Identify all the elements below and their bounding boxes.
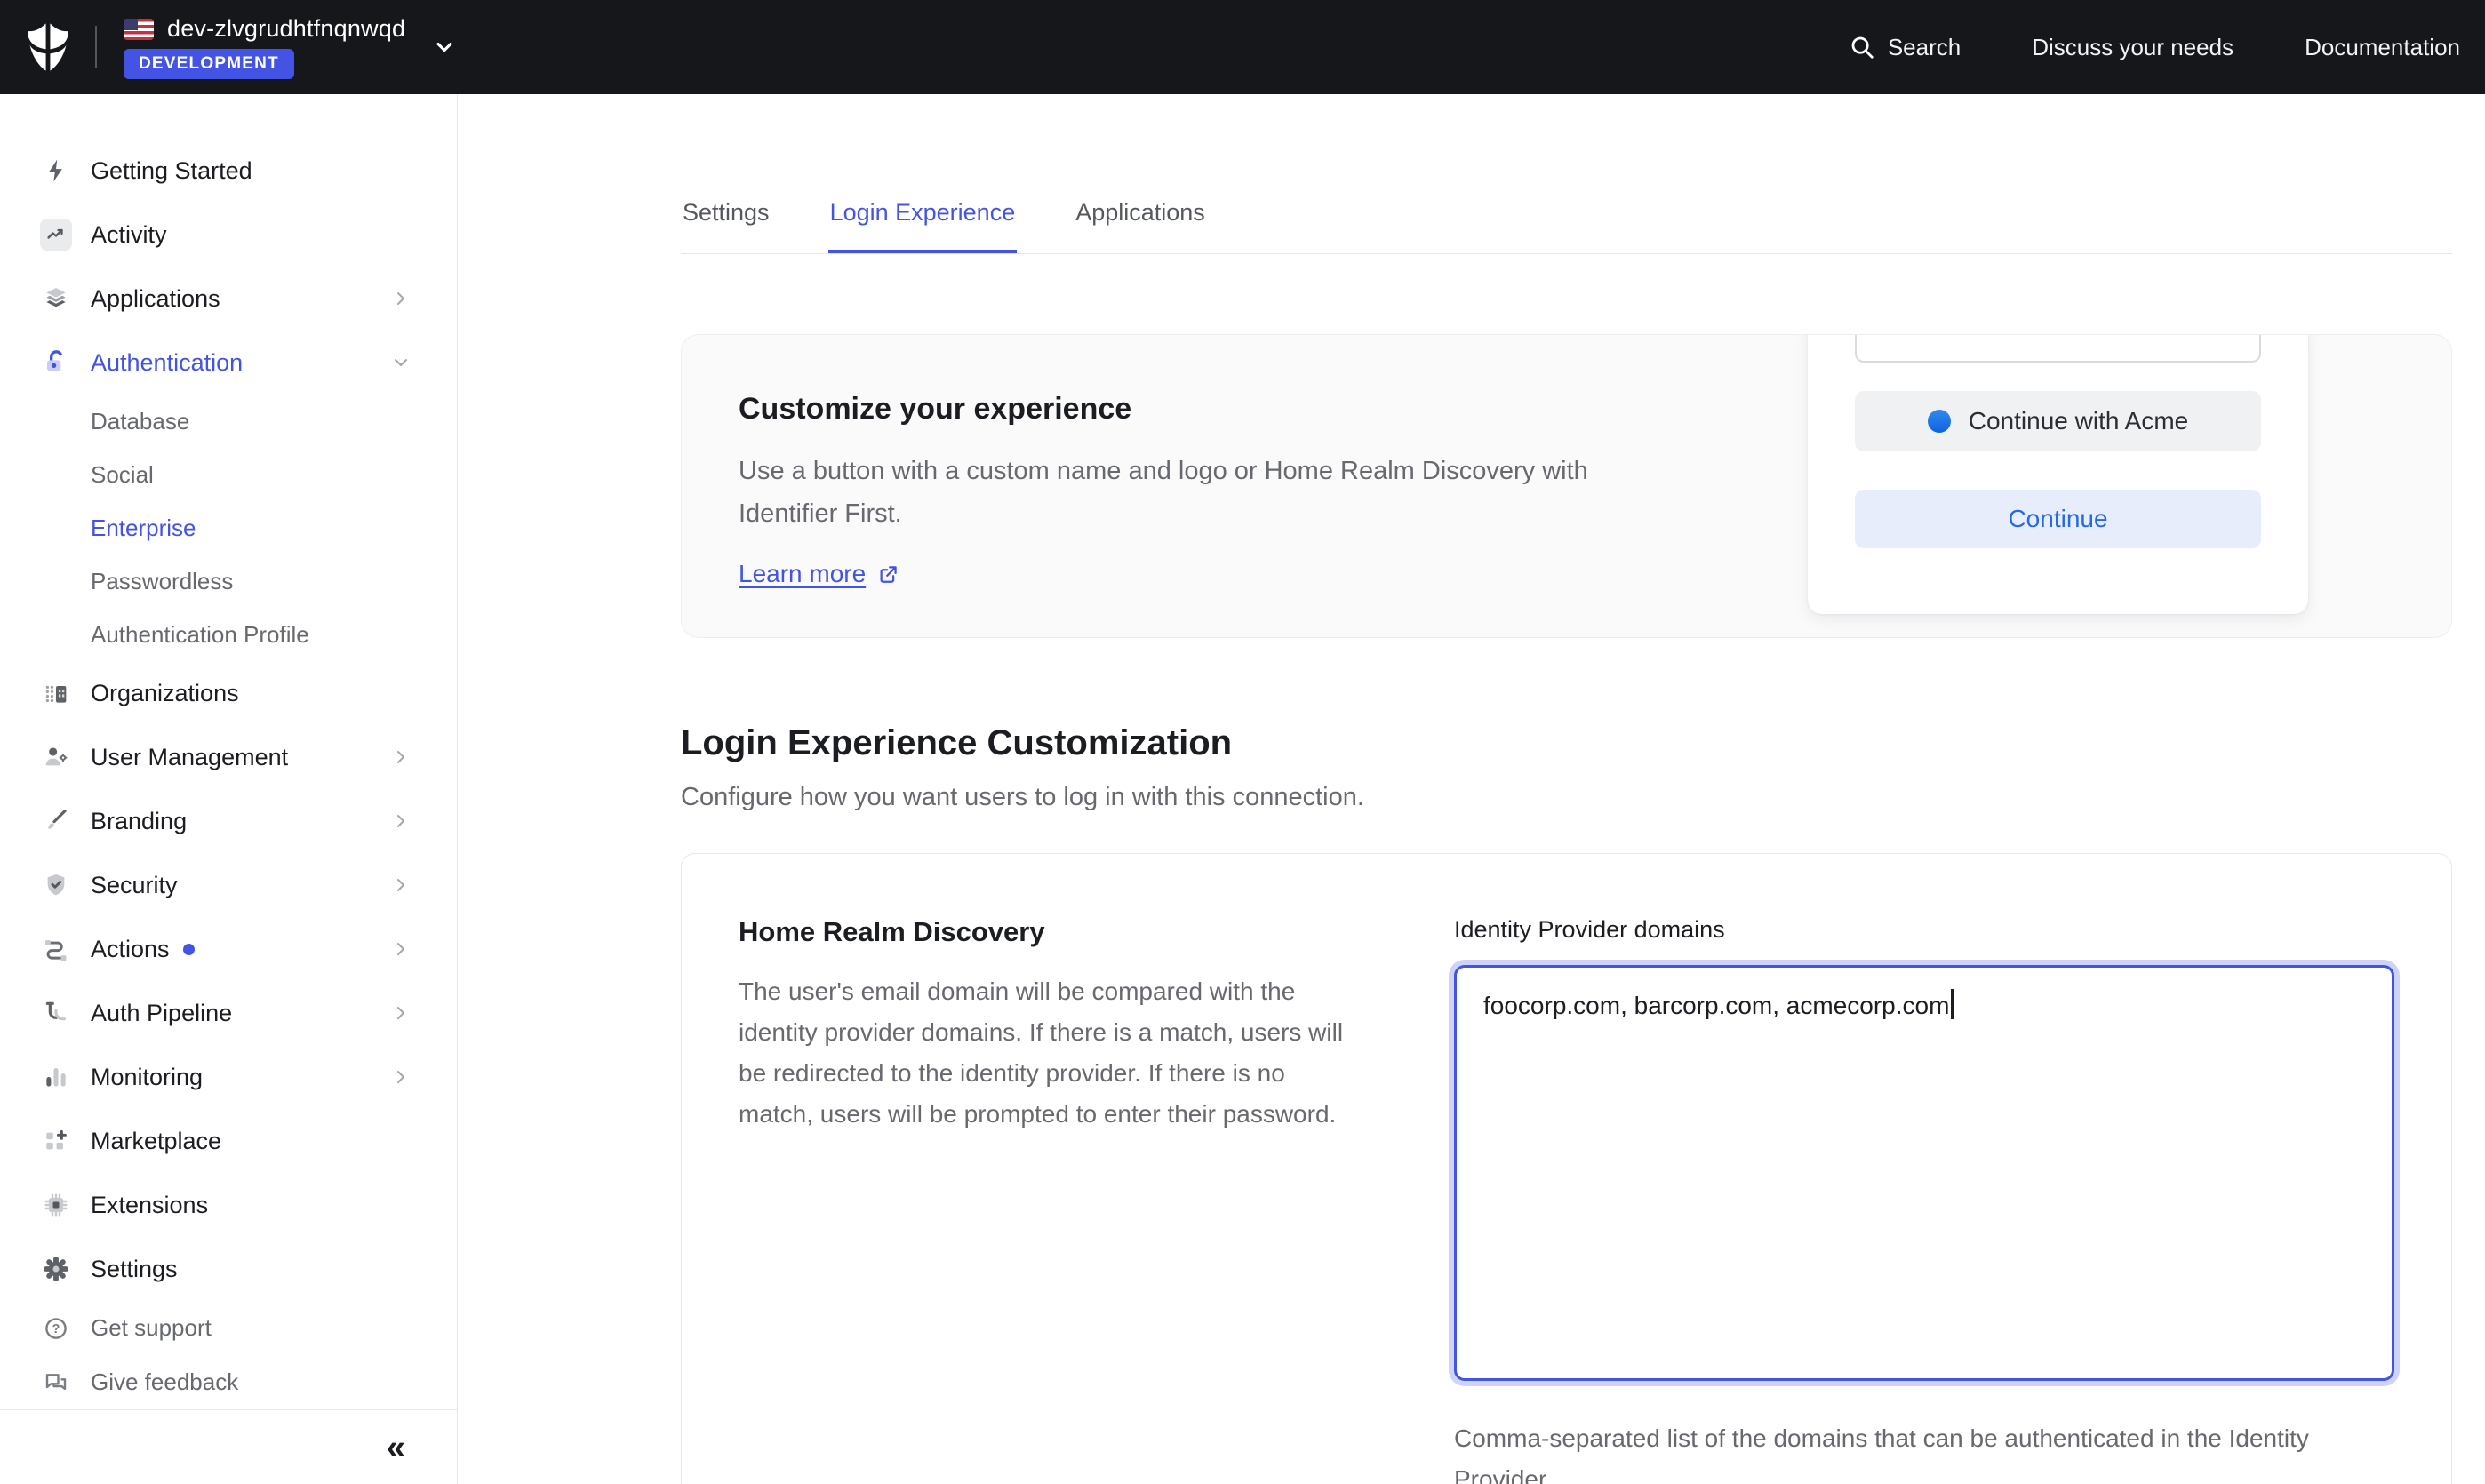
sidebar-subitem-passwordless[interactable]: Passwordless: [0, 555, 457, 608]
login-preview-panel: Continue with Acme Continue: [1808, 334, 2308, 614]
sidebar-item-getting-started[interactable]: Getting Started: [0, 139, 457, 203]
customize-experience-card: Customize your experience Use a button w…: [681, 334, 2452, 638]
topbar: dev-zlvgrudhtfnqnwqd DEVELOPMENT Search …: [0, 0, 2485, 94]
sidebar-item-get-support[interactable]: ? Get support: [0, 1301, 457, 1355]
sidebar-subitem-enterprise[interactable]: Enterprise: [0, 501, 457, 555]
chevron-right-icon: [392, 940, 410, 958]
acme-logo-icon: [1928, 410, 1951, 433]
bar-chart-icon: [40, 1061, 72, 1093]
identity-provider-domains-helper: Comma-separated list of the domains that…: [1454, 1418, 2387, 1484]
chevron-right-icon: [392, 748, 410, 766]
identity-provider-domains-input[interactable]: foocorp.com, barcorp.com, acmecorp.com: [1454, 965, 2394, 1381]
chevron-right-icon: [392, 1068, 410, 1086]
building-icon: [40, 677, 72, 709]
lock-open-icon: [40, 347, 72, 379]
sidebar-item-applications[interactable]: Applications: [0, 267, 457, 331]
page-section-description: Configure how you want users to log in w…: [681, 783, 2452, 812]
layers-icon: [40, 283, 72, 315]
identity-provider-domains-label: Identity Provider domains: [1454, 916, 2394, 944]
chevron-right-icon: [392, 876, 410, 894]
sidebar-item-monitoring[interactable]: Monitoring: [0, 1045, 457, 1109]
sidebar-item-marketplace[interactable]: Marketplace: [0, 1109, 457, 1173]
tab-applications[interactable]: Applications: [1074, 178, 1207, 253]
notification-dot: [183, 944, 195, 955]
customize-card-description: Use a button with a custom name and logo…: [739, 450, 1690, 535]
discuss-your-needs-link[interactable]: Discuss your needs: [2032, 34, 2233, 61]
hrd-title: Home Realm Discovery: [739, 916, 1352, 948]
chevron-right-icon: [392, 290, 410, 307]
chevron-right-icon: [392, 1004, 410, 1022]
sidebar-subitem-authentication-profile[interactable]: Authentication Profile: [0, 608, 457, 661]
sidebar-item-settings[interactable]: Settings: [0, 1237, 457, 1301]
sidebar-item-organizations[interactable]: Organizations: [0, 661, 457, 725]
help-icon: ?: [40, 1312, 72, 1344]
continue-with-acme-button[interactable]: Continue with Acme: [1855, 391, 2261, 451]
auth0-logo-icon[interactable]: [24, 21, 72, 73]
search-button[interactable]: Search: [1849, 34, 1961, 61]
activity-icon: [40, 219, 72, 251]
page-section-title: Login Experience Customization: [681, 723, 2452, 763]
grid-plus-icon: [40, 1125, 72, 1157]
external-link-icon: [876, 562, 900, 586]
sidebar-item-auth-pipeline[interactable]: Auth Pipeline: [0, 981, 457, 1045]
environment-badge: DEVELOPMENT: [124, 49, 294, 79]
collapse-sidebar-button[interactable]: «: [387, 1431, 405, 1464]
sidebar-item-actions[interactable]: Actions: [0, 917, 457, 981]
identity-provider-domains-value: foocorp.com, barcorp.com, acmecorp.com: [1483, 992, 1949, 1019]
pipeline-icon: [40, 997, 72, 1029]
hrd-description: The user's email domain will be compared…: [739, 971, 1352, 1135]
sidebar-nav: Getting Started Activity: [0, 94, 457, 1409]
sidebar-item-extensions[interactable]: Extensions: [0, 1173, 457, 1237]
tab-login-experience[interactable]: Login Experience: [828, 178, 1018, 253]
chevron-down-icon: [392, 354, 410, 371]
documentation-link[interactable]: Documentation: [2305, 34, 2460, 61]
gear-icon: [40, 1253, 72, 1285]
brush-icon: [40, 805, 72, 837]
topbar-divider: [95, 26, 97, 68]
sidebar-item-authentication[interactable]: Authentication: [0, 331, 457, 395]
tab-settings[interactable]: Settings: [681, 178, 771, 253]
sidebar-subitem-social[interactable]: Social: [0, 448, 457, 501]
learn-more-link[interactable]: Learn more: [739, 560, 900, 588]
tenant-selector[interactable]: dev-zlvgrudhtfnqnwqd DEVELOPMENT: [124, 15, 405, 79]
tenant-chevron-down-icon[interactable]: [432, 35, 457, 60]
us-flag-icon: [124, 19, 154, 40]
tab-bar: Settings Login Experience Applications: [681, 178, 2452, 254]
sidebar-item-security[interactable]: Security: [0, 853, 457, 917]
search-label: Search: [1888, 34, 1961, 61]
main-content: Settings Login Experience Applications C…: [458, 94, 2485, 1484]
feedback-icon: [40, 1367, 72, 1399]
sidebar-item-branding[interactable]: Branding: [0, 789, 457, 853]
sidebar-item-activity[interactable]: Activity: [0, 203, 457, 267]
user-gear-icon: [40, 741, 72, 773]
preview-identifier-input[interactable]: [1855, 334, 2261, 363]
sidebar-subitem-database[interactable]: Database: [0, 395, 457, 448]
home-realm-discovery-card: Home Realm Discovery The user's email do…: [681, 853, 2452, 1484]
shield-check-icon: [40, 869, 72, 901]
sidebar-footer: «: [0, 1409, 457, 1484]
svg-text:?: ?: [52, 1322, 60, 1336]
flow-icon: [40, 933, 72, 965]
search-icon: [1849, 34, 1875, 60]
continue-button[interactable]: Continue: [1855, 490, 2261, 548]
tenant-name: dev-zlvgrudhtfnqnwqd: [167, 15, 405, 43]
sidebar-item-give-feedback[interactable]: Give feedback: [0, 1355, 457, 1409]
chevron-right-icon: [392, 812, 410, 830]
text-caret: [1951, 989, 1954, 1019]
bolt-icon: [40, 155, 72, 187]
chip-icon: [40, 1189, 72, 1221]
sidebar: Getting Started Activity: [0, 94, 458, 1484]
sidebar-item-user-management[interactable]: User Management: [0, 725, 457, 789]
